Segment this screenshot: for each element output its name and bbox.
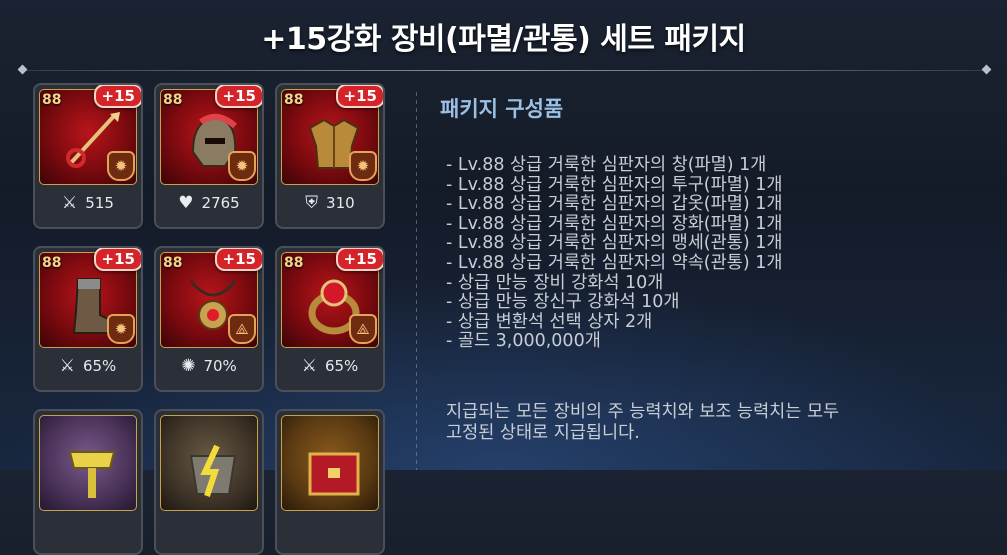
package-contents-title: 패키지 구성품 (440, 97, 564, 121)
enhance-badge: +15 (93, 248, 141, 271)
set-emblem-icon: ⟁ (228, 314, 256, 344)
list-item: - Lv.88 상급 거룩한 심판자의 장화(파멸) 1개 (446, 213, 783, 234)
list-item: - Lv.88 상급 거룩한 심판자의 맹세(관통) 1개 (446, 233, 783, 254)
item-card-spear[interactable]: 88 +15 ✹ ⚔ 515 (33, 83, 143, 229)
item-stat-value: 515 (85, 194, 114, 212)
note-line: 지급되는 모든 장비의 주 능력치와 보조 능력치는 모두 (446, 402, 840, 422)
item-card-upgrade-stone[interactable] (33, 409, 143, 555)
sword-icon: ⚔ (301, 356, 317, 376)
item-card-necklace[interactable]: 88 +15 ⟁ ✺ 70% (154, 246, 264, 392)
item-level: 88 (42, 255, 62, 271)
item-stat-value: 2765 (201, 194, 240, 212)
column-separator (416, 92, 417, 470)
set-emblem-icon: ✹ (228, 151, 256, 181)
item-level: 88 (42, 92, 62, 108)
chest-icon (308, 452, 360, 496)
item-card-helmet[interactable]: 88 +15 ✹ ♥ 2765 (154, 83, 264, 229)
enhance-badge: +15 (214, 248, 262, 271)
package-note: 지급되는 모든 장비의 주 능력치와 보조 능력치는 모두 고정된 상태로 지급… (446, 402, 966, 444)
set-emblem-icon: ⟁ (349, 314, 377, 344)
item-stat: ⚔ 65% (35, 356, 141, 376)
item-card-accessory-stone[interactable] (154, 409, 264, 555)
hammer-stone-icon (68, 451, 116, 498)
item-stat: ✺ 70% (156, 356, 262, 376)
package-contents-list: - Lv.88 상급 거룩한 심판자의 창(파멸) 1개 - Lv.88 상급 … (446, 155, 783, 352)
item-stat: ⛨ 310 (277, 193, 383, 213)
enhance-badge: +15 (335, 85, 383, 108)
item-stat: ⚔ 65% (277, 356, 383, 376)
list-item: - 골드 3,000,000개 (446, 331, 601, 352)
list-item: - Lv.88 상급 거룩한 심판자의 창(파멸) 1개 (446, 155, 767, 175)
heart-icon: ♥ (178, 193, 194, 213)
item-stat-value: 65% (82, 357, 117, 375)
list-item: - 상급 만능 장신구 강화석 10개 (446, 292, 680, 313)
item-art (39, 415, 137, 511)
item-level: 88 (163, 255, 183, 271)
item-card-armor[interactable]: 88 +15 ✹ ⛨ 310 (275, 83, 385, 229)
item-stat-value: 65% (324, 357, 359, 375)
sword-icon: ⚔ (62, 193, 78, 213)
item-card-ring[interactable]: 88 +15 ⟁ ⚔ 65% (275, 246, 385, 392)
item-art (281, 415, 379, 511)
note-line: 고정된 상태로 지급됩니다. (446, 423, 640, 443)
list-item: - 상급 변환석 선택 상자 2개 (446, 311, 653, 332)
item-card-boots[interactable]: 88 +15 ✹ ⚔ 65% (33, 246, 143, 392)
item-stat-value: 310 (326, 194, 355, 212)
list-item: - Lv.88 상급 거룩한 심판자의 약속(관통) 1개 (446, 252, 783, 273)
set-emblem-icon: ✹ (349, 151, 377, 181)
item-level: 88 (163, 92, 183, 108)
set-emblem-icon: ✹ (107, 314, 135, 344)
set-emblem-icon: ✹ (107, 151, 135, 181)
list-item: - Lv.88 상급 거룩한 심판자의 갑옷(파멸) 1개 (446, 194, 783, 215)
divider-left-ornament (17, 64, 28, 75)
shield-icon: ⛨ (305, 193, 319, 213)
sword-icon: ⚔ (59, 356, 75, 376)
enhance-badge: +15 (93, 85, 141, 108)
item-level: 88 (284, 255, 304, 271)
lightning-stone-icon (189, 444, 237, 497)
item-stat: ⚔ 515 (35, 193, 141, 213)
burst-icon: ✺ (181, 356, 196, 376)
item-card-selection-box[interactable] (275, 409, 385, 555)
list-item: - 상급 만능 장비 강화석 10개 (446, 272, 664, 293)
item-level: 88 (284, 92, 304, 108)
enhance-badge: +15 (335, 248, 383, 271)
item-stat-value: 70% (203, 357, 237, 375)
title-divider (17, 64, 992, 75)
list-item: - Lv.88 상급 거룩한 심판자의 투구(파멸) 1개 (446, 174, 783, 195)
item-stat: ♥ 2765 (156, 193, 262, 213)
enhance-badge: +15 (214, 85, 262, 108)
package-title: +15강화 장비(파멸/관통) 세트 패키지 (261, 22, 746, 57)
divider-right-ornament (981, 64, 992, 75)
item-art (160, 415, 258, 511)
